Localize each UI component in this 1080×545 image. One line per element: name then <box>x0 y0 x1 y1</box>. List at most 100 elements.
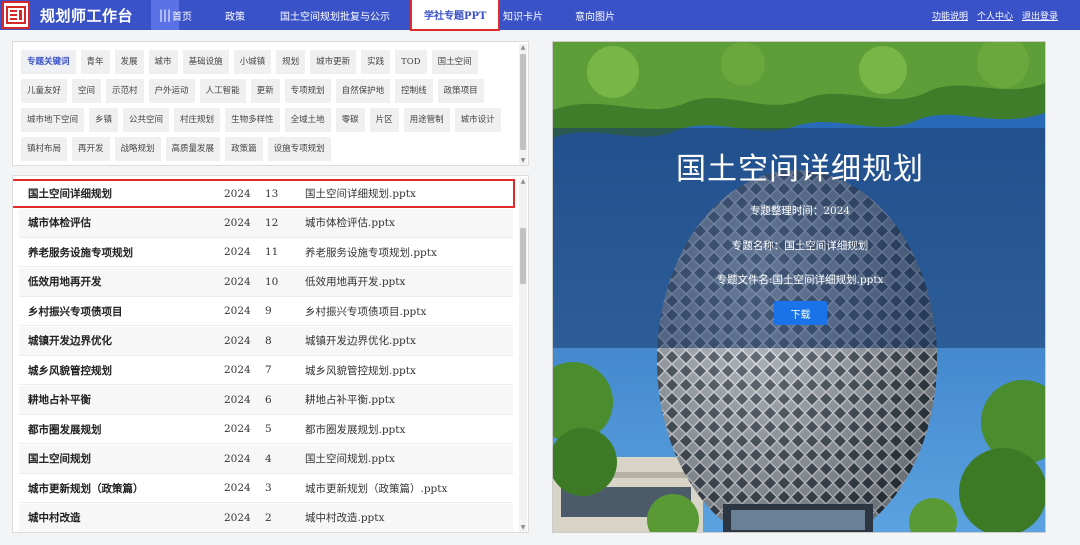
keyword-panel: 专题关键词 青年 发展 城市 基础设施 小城镇 规划 城市更新 实践 TOD 国土空间儿童友好 空间示… <box>12 41 529 166</box>
keyword-tag[interactable]: 政策篇 <box>225 137 263 161</box>
table-row[interactable]: 低效用地再开发 2024 10 低效用地再开发.pptx <box>19 267 513 297</box>
row-file-name: 城乡风貌管控规划.pptx <box>305 364 416 377</box>
table-row[interactable]: 都市圈发展规划 2024 5 都市圈发展规划.pptx <box>19 415 513 444</box>
keyword-tag[interactable]: 城市 <box>148 50 178 74</box>
keyword-tag[interactable]: 城市设计 <box>454 108 501 132</box>
keyword-tag[interactable]: 再开发 <box>72 137 110 161</box>
header-link[interactable]: 功能说明 <box>932 9 968 22</box>
row-year: 2024 <box>224 511 251 524</box>
nav-item[interactable]: 知识卡片 <box>503 0 543 30</box>
keyword-tag[interactable]: 发展 <box>114 50 144 74</box>
row-topic-name: 国土空间详细规划 <box>28 188 112 200</box>
keyword-tag[interactable]: 自然保护地 <box>335 79 391 103</box>
header-link[interactable]: 退出登录 <box>1022 9 1058 22</box>
keyword-tag[interactable]: 镇村布局 <box>21 137 68 161</box>
row-file-name: 城市体检评估.pptx <box>305 217 395 229</box>
ppt-preview: 国土空间详细规划 专题整理时间：2024 专题名称：国土空间详细规划 专题文件名… <box>552 41 1046 533</box>
keyword-tag[interactable]: 片区 <box>369 108 399 132</box>
row-topic-name: 城镇开发边界优化 <box>28 335 112 347</box>
table-row[interactable]: 国土空间规划 2024 4 国土空间规划.pptx <box>19 444 513 474</box>
table-row[interactable]: 城乡风貌管控规划 2024 7 城乡风貌管控规划.pptx <box>19 356 513 385</box>
nav-item[interactable]: 首页 <box>172 0 192 30</box>
keyword-scrollbar[interactable]: ▲ ▼ <box>519 44 527 165</box>
row-file-name: 国土空间详细规划.pptx <box>305 188 416 200</box>
keyword-tag[interactable]: 示范村 <box>106 79 144 103</box>
row-number: 3 <box>265 482 272 494</box>
row-number: 5 <box>265 423 272 435</box>
keyword-tag[interactable]: 生物多样性 <box>225 108 280 132</box>
keyword-tags: 专题关键词 青年 发展 城市 基础设施 小城镇 规划 城市更新 实践 TOD 国土空间儿童友好 空间示… <box>21 50 515 161</box>
nav-item[interactable]: 意向图片 <box>575 0 615 30</box>
list-scrollbar[interactable]: ▲ ▼ <box>519 178 527 532</box>
keyword-tag[interactable]: 人工智能 <box>199 79 246 103</box>
keyword-tag[interactable]: 政策项目 <box>437 79 484 103</box>
preview-title: 国土空间详细规划 <box>676 152 924 187</box>
table-row[interactable]: 耕地占补平衡 2024 6 耕地占补平衡.pptx <box>19 385 513 415</box>
keyword-tag[interactable]: 控制线 <box>395 79 433 103</box>
scroll-up-icon[interactable]: ▲ <box>519 44 527 52</box>
row-topic-name: 国土空间规划 <box>28 453 91 465</box>
row-number: 6 <box>265 393 272 406</box>
table-row[interactable]: 养老服务设施专项规划 2024 11 养老服务设施专项规划.pptx <box>19 238 513 267</box>
keyword-tag[interactable]: 城市地下空间 <box>21 108 85 132</box>
row-year: 2024 <box>224 275 251 288</box>
keyword-tag[interactable]: 青年 <box>80 50 110 74</box>
keyword-tag[interactable]: 专项规划 <box>284 79 331 103</box>
keyword-tag[interactable]: 实践 <box>361 50 391 74</box>
row-file-name: 养老服务设施专项规划.pptx <box>305 246 437 259</box>
keyword-tag[interactable]: 乡镇 <box>89 108 119 132</box>
row-year: 2024 <box>224 216 251 229</box>
row-topic-name: 低效用地再开发 <box>28 276 102 288</box>
scroll-down-icon[interactable]: ▼ <box>519 157 527 165</box>
keyword-tag[interactable]: 全域土地 <box>284 108 331 132</box>
keyword-tag[interactable]: 儿童友好 <box>21 79 68 103</box>
row-number: 10 <box>265 275 279 288</box>
keyword-tag[interactable]: 城市更新 <box>310 50 357 74</box>
row-year: 2024 <box>224 364 251 376</box>
row-year: 2024 <box>224 334 251 347</box>
keyword-tag[interactable]: 国土空间 <box>431 50 478 74</box>
keyword-heading: 专题关键词 <box>21 50 76 74</box>
keyword-tag[interactable]: 空间 <box>72 79 102 103</box>
table-row[interactable]: 国土空间详细规划 2024 13 国土空间详细规划.pptx <box>13 179 515 208</box>
keyword-tag[interactable]: 小城镇 <box>233 50 272 74</box>
table-row[interactable]: 城镇开发边界优化 2024 8 城镇开发边界优化.pptx <box>19 326 513 356</box>
table-row[interactable]: 乡村振兴专项债项目 2024 9 乡村振兴专项债项目.pptx <box>19 297 513 326</box>
nav-item[interactable]: 国土空间规划批复与公示 <box>280 0 390 30</box>
row-number: 13 <box>265 187 279 200</box>
keyword-tag[interactable]: 战略规划 <box>114 137 161 161</box>
keyword-tag[interactable]: 用途管制 <box>403 108 450 132</box>
top-nav-bar: 规划师工作台 ||| 首页 政策 国土空间规划批复与公示 学社专题PPT 知识卡片 意向图… <box>0 0 1080 31</box>
scroll-down-icon[interactable]: ▼ <box>519 524 527 532</box>
row-year: 2024 <box>224 482 251 494</box>
keyword-tag[interactable]: 设施专项规划 <box>267 137 331 161</box>
keyword-tag[interactable]: 高质量发展 <box>165 137 221 161</box>
table-row[interactable]: 城市体检评估 2024 12 城市体检评估.pptx <box>19 208 513 238</box>
keyword-tag[interactable]: 更新 <box>250 79 280 103</box>
keyword-tag[interactable]: 规划 <box>276 50 306 74</box>
table-row[interactable]: 城市更新规划（政策篇） 2024 3 城市更新规划（政策篇）.pptx <box>19 474 513 503</box>
row-file-name: 耕地占补平衡.pptx <box>305 394 395 406</box>
keyword-tag[interactable]: 零碳 <box>335 108 365 132</box>
nav-item[interactable]: 学社专题PPT <box>410 0 501 31</box>
header-link[interactable]: 个人中心 <box>977 9 1013 22</box>
scroll-up-icon[interactable]: ▲ <box>519 178 527 186</box>
download-button[interactable]: 下载 <box>774 301 827 325</box>
row-year: 2024 <box>224 246 251 258</box>
nav-item[interactable]: 政策 <box>225 0 245 30</box>
row-topic-name: 都市圈发展规划 <box>28 423 102 436</box>
scrollbar-thumb[interactable] <box>520 54 526 150</box>
row-file-name: 国土空间规划.pptx <box>305 453 395 465</box>
keyword-tag[interactable]: 基础设施 <box>182 50 229 74</box>
row-topic-name: 城市体检评估 <box>28 217 91 229</box>
keyword-tag[interactable]: 村庄规划 <box>174 108 221 132</box>
table-row[interactable]: 城中村改造 2024 2 城中村改造.pptx <box>19 503 513 532</box>
row-year: 2024 <box>224 423 251 435</box>
keyword-tag[interactable]: 户外运动 <box>148 79 195 103</box>
keyword-tag[interactable]: TOD <box>395 50 427 74</box>
scrollbar-thumb[interactable] <box>520 228 526 284</box>
keyword-tag[interactable]: 公共空间 <box>123 108 170 132</box>
header-links: 功能说明 个人中心 退出登录 <box>932 0 1058 30</box>
row-file-name: 乡村振兴专项债项目.pptx <box>305 305 427 318</box>
row-topic-name: 耕地占补平衡 <box>28 394 91 406</box>
